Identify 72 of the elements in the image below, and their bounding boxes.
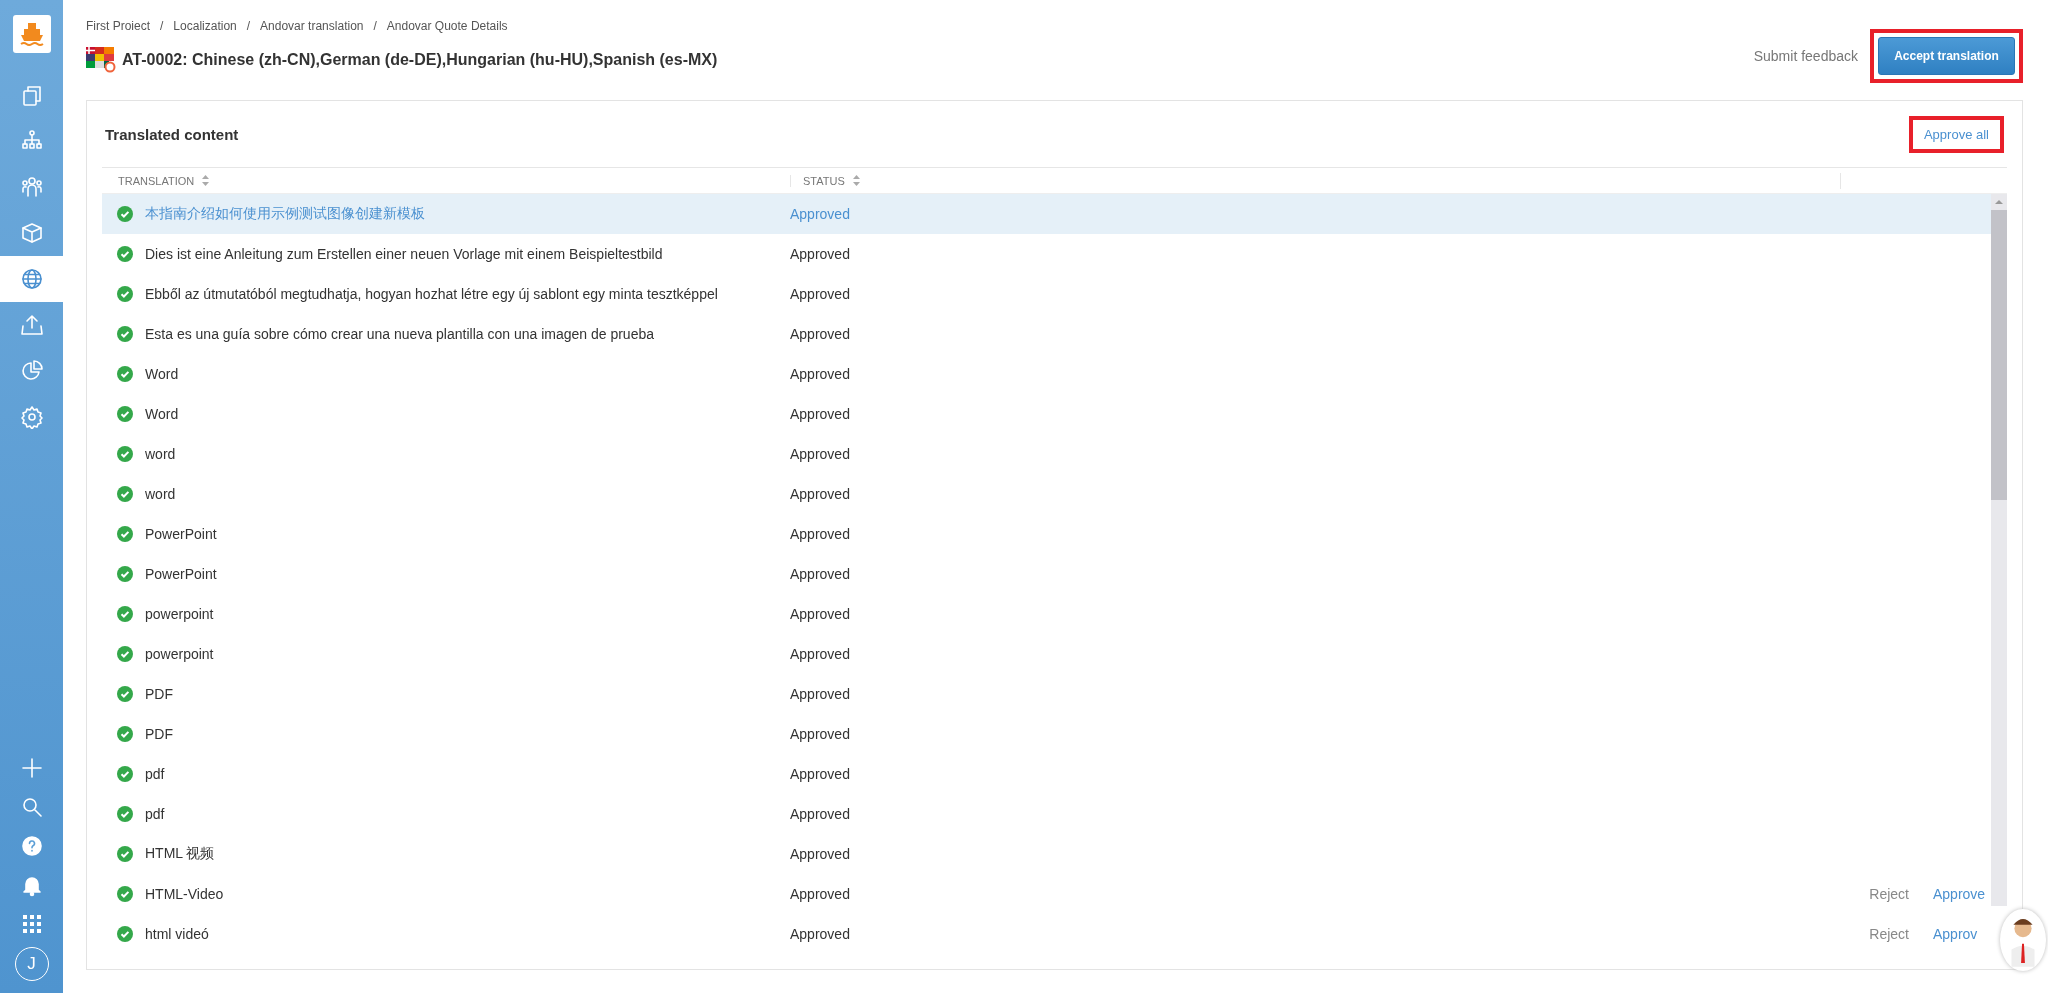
status-text: Approved [789, 726, 851, 742]
table-row[interactable]: Esta es una guía sobre cómo crear una nueva plantilla con una imagen de prueba Approved [102, 314, 1991, 354]
approve-link[interactable]: Approve [1933, 886, 1983, 902]
translation-text: Dies ist eine Anleitung zum Erstellen einer neuen Vorlage mit einem Beispieltestbild [145, 246, 664, 262]
table-row[interactable]: PDF Approved [102, 714, 1991, 754]
status-text: Approved [789, 526, 851, 542]
status-text: Approved [789, 686, 851, 702]
status-text: Approved [789, 646, 851, 662]
status-text: Approved [789, 406, 851, 422]
translation-text: PowerPoint [145, 526, 218, 542]
table-row[interactable]: HTML-Video Approved Reject Approve [102, 874, 1991, 914]
submit-feedback-link[interactable]: Submit feedback [1753, 48, 1858, 64]
column-header[interactable]: TRANSLATION [102, 174, 790, 187]
breadcrumb-separator: / [246, 19, 251, 33]
translation-text: pdf [145, 766, 166, 782]
reject-link[interactable]: Reject [1869, 886, 1909, 902]
approve-all-link[interactable]: Approve all [1923, 126, 1989, 142]
translation-text: HTML-Video [145, 886, 225, 902]
card-title: Translated content [105, 125, 239, 143]
translation-text: powerpoint [145, 606, 215, 622]
status-text: Approved [789, 486, 851, 502]
table-row[interactable]: pdf Approved [102, 794, 1991, 834]
translation-text: Word [145, 406, 180, 422]
status-text: Approved [789, 246, 851, 262]
status-text: Approved [789, 606, 851, 622]
table-row[interactable]: word Approved [102, 434, 1991, 474]
table-row[interactable]: powerpoint Approved [102, 594, 1991, 634]
table-row[interactable]: PDF Approved [102, 674, 1991, 714]
reject-link[interactable]: Reject [1869, 926, 1909, 942]
table-row[interactable]: Word Approved [102, 394, 1991, 434]
translation-text: pdf [145, 806, 166, 822]
status-text: Approved [789, 566, 851, 582]
table-row[interactable]: Dies ist eine Anleitung zum Erstellen einer neuen Vorlage mit einem Beispieltestbild Approved [102, 234, 1991, 274]
table-row[interactable]: word Approved [102, 474, 1991, 514]
status-text: Approved [789, 446, 851, 462]
table-row[interactable]: HTML 视频 Approved [102, 834, 1991, 874]
breadcrumb-link[interactable]: Andovar translation [260, 19, 364, 33]
breadcrumb-separator: / [373, 19, 377, 33]
breadcrumb-link[interactable]: Localization [173, 19, 237, 33]
translation-text: Ebből az útmutatóból megtudhatja, hogyan hozhat létre egy új sablont egy minta tesztképpel [145, 286, 719, 302]
column-header[interactable]: STATUS [790, 174, 1840, 187]
status-text: Approved [789, 286, 851, 302]
page-title: AT-0002: Chinese (zh-CN),German (de-DE),Hungarian (hu-HU),Spanish (es-MX) [122, 51, 718, 69]
table-row[interactable]: pdf Approved [102, 754, 1991, 794]
translation-text: html videó [145, 926, 210, 942]
status-text: Approved [789, 806, 851, 822]
translation-text: Word [145, 366, 180, 382]
translation-text: PowerPoint [145, 566, 218, 582]
breadcrumb-separator: / [160, 19, 164, 33]
translation-text: word [145, 446, 177, 462]
status-text: Approved [789, 326, 851, 342]
status-text: Approved [789, 926, 851, 942]
table-row[interactable]: powerpoint Approved [102, 634, 1991, 674]
status-text: Approved [789, 846, 851, 862]
table-row[interactable]: html videó Approved Reject Approv [102, 914, 1991, 954]
table-row[interactable]: Ebből az útmutatóból megtudhatja, hogyan hozhat létre egy új sablont egy minta tesztképpel Approved [102, 274, 1991, 314]
table-row[interactable]: PowerPoint Approved [102, 514, 1991, 554]
status-text: Approved [789, 886, 851, 902]
status-text: Approved [789, 766, 851, 782]
breadcrumb-link[interactable]: First Proiect [86, 19, 150, 33]
table-row[interactable]: Word Approved [102, 354, 1991, 394]
translation-text: powerpoint [145, 646, 215, 662]
accept-translation-button[interactable]: Accept translation [1878, 37, 2015, 75]
translation-text: PDF [145, 726, 174, 742]
translation-text: Esta es una guía sobre cómo crear una nueva plantilla con una imagen de prueba [145, 326, 655, 342]
translation-text: 本指南介绍如何使用示例测试图像创建新模板 [145, 205, 426, 223]
translation-text: HTML 视频 [145, 845, 216, 863]
translation-text: word [145, 486, 177, 502]
translation-text: PDF [145, 686, 174, 702]
status-text: Approved [789, 366, 851, 382]
status-text: Approved [789, 206, 851, 222]
table-row[interactable]: PowerPoint Approved [102, 554, 1991, 594]
